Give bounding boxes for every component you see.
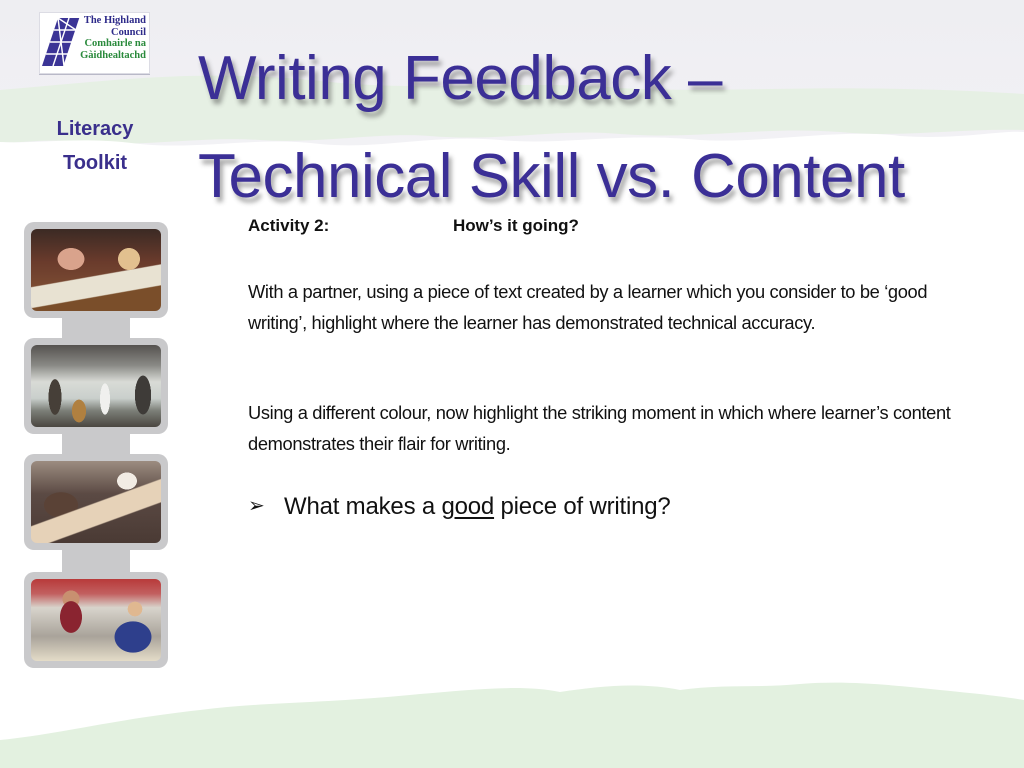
green-torn-paper-bottom [0,682,1024,768]
strip-connector [62,316,130,340]
strip-connector [62,432,130,456]
instruction-paragraph-2: Using a different colour, now highlight … [248,402,951,454]
arrow-bullet-icon: ➢ [248,495,265,517]
activity-question: How’s it going? [453,216,579,235]
highland-council-logo: The Highland Council Comhairle na Gàidhe… [39,12,150,74]
bullet-text-before: What makes a [284,493,442,520]
photo-frame-4 [24,572,168,668]
photo-musicians [31,345,161,427]
photo-pupils-reading [31,229,161,311]
title-line2: Technical Skill vs. Content [198,142,905,211]
logo-text-line1: The Highland [83,15,146,26]
photo-classroom [31,461,161,543]
logo-text-line3: Comhairle na [84,38,146,49]
title-line1: Writing Feedback – [198,44,722,113]
activity-heading: Activity 2: How’s it going? [248,216,579,236]
bullet-text-after: piece of writing? [494,493,671,520]
triangle-mosaic-icon [42,17,80,67]
toolkit-line2: Toolkit [62,152,128,174]
photo-frame-3 [24,454,168,550]
strip-connector [62,548,130,572]
photo-frame-1 [24,222,168,318]
literacy-toolkit-label: Literacy Toolkit [36,112,154,180]
photo-film-strip [24,222,170,672]
photo-frame-2 [24,338,168,434]
bullet-text-underlined: good [441,493,495,520]
bullet-question: ➢ What makes a good piece of writing? [248,493,671,521]
activity-label: Activity 2: [248,216,330,235]
photo-teacher-pupil [31,579,161,661]
logo-text-line2: Council [110,26,146,38]
instruction-paragraph-1: With a partner, using a piece of text cr… [248,281,928,333]
logo-text-line4: Gàidhealtachd [80,50,146,61]
slide-title: Writing Feedback – Technical Skill vs. C… [198,30,905,226]
toolkit-line1: Literacy [56,118,134,140]
